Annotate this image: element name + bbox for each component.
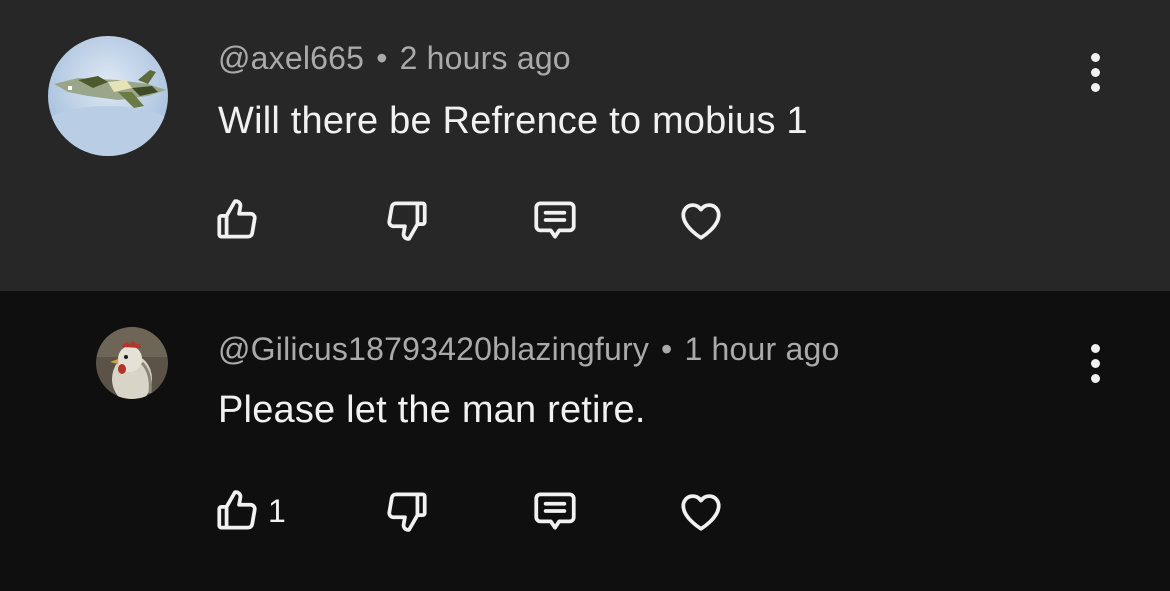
thumbs-down-icon <box>387 492 427 532</box>
more-vertical-icon[interactable] <box>1078 42 1112 102</box>
comment-reply-icon <box>534 492 576 530</box>
reply-comment: @Gilicus18793420blazingfury • 1 hour ago P… <box>0 291 1170 591</box>
meta-separator: • <box>376 40 388 76</box>
comment-text: Will there be Refrence to mobius 1 <box>218 100 808 142</box>
comment-actions <box>212 190 772 250</box>
like-button[interactable] <box>212 190 268 250</box>
thumbs-up-icon <box>217 199 257 239</box>
heart-icon <box>681 494 721 531</box>
meta-separator: • <box>661 331 673 367</box>
like-button[interactable]: 1 <box>212 481 286 541</box>
thumbs-up-icon <box>217 490 257 530</box>
heart-button[interactable] <box>676 190 726 250</box>
comment-actions: 1 <box>212 481 772 541</box>
comment-timestamp[interactable]: 1 hour ago <box>684 331 839 367</box>
dislike-button[interactable] <box>382 190 432 250</box>
heart-icon <box>681 203 721 240</box>
reply-button[interactable] <box>530 190 580 250</box>
thumbs-down-icon <box>387 201 427 241</box>
dislike-button[interactable] <box>382 481 432 541</box>
avatar[interactable] <box>96 327 168 399</box>
more-vertical-icon[interactable] <box>1078 333 1112 393</box>
author-handle[interactable]: @axel665 <box>218 40 364 76</box>
heart-button[interactable] <box>676 481 726 541</box>
author-handle[interactable]: @Gilicus18793420blazingfury <box>218 331 649 367</box>
reply-button[interactable] <box>530 481 580 541</box>
comment-timestamp[interactable]: 2 hours ago <box>400 40 571 76</box>
comment-text: Please let the man retire. <box>218 389 646 431</box>
comment-meta: @axel665 • 2 hours ago <box>218 40 571 77</box>
like-count: 1 <box>268 492 286 529</box>
comment-meta: @Gilicus18793420blazingfury • 1 hour ago <box>218 331 839 368</box>
chicken-avatar <box>96 327 168 399</box>
fighter-jet-avatar <box>48 36 168 156</box>
comment-reply-icon <box>534 201 576 239</box>
comment: @axel665 • 2 hours ago Will there be Refre… <box>0 0 1170 291</box>
avatar[interactable] <box>48 36 168 156</box>
